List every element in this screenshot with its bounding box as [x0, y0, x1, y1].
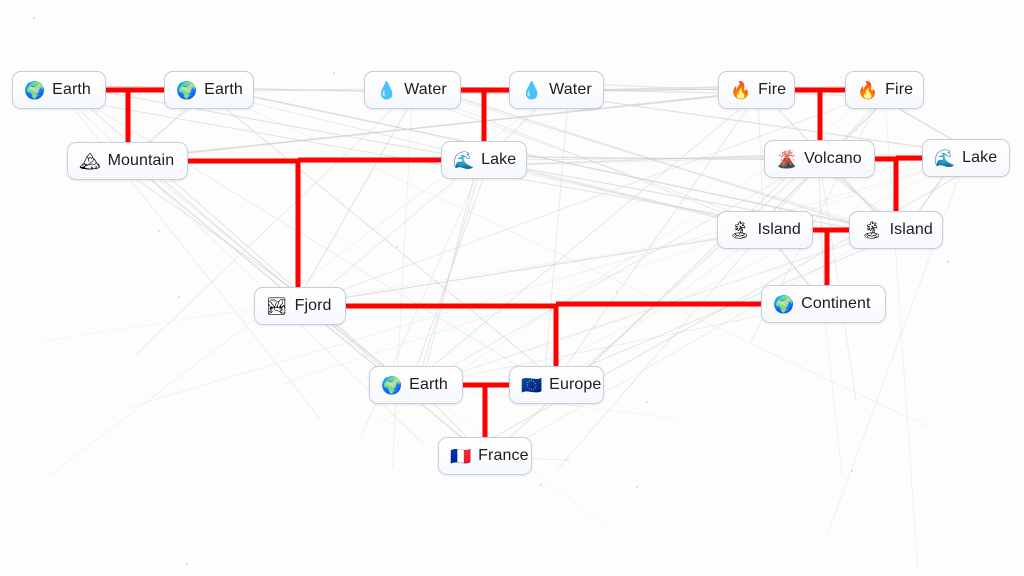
- node-continent[interactable]: 🌍 Continent: [761, 285, 886, 323]
- node-label: Earth: [409, 376, 448, 393]
- globe-icon: 🌍: [24, 80, 46, 100]
- wave-icon: 🌊: [934, 148, 956, 168]
- island-icon: 🏝: [861, 220, 883, 240]
- droplet-icon: 💧: [376, 80, 398, 100]
- node-earth3[interactable]: 🌍 Earth: [369, 366, 463, 404]
- fr-flag-icon: 🇫🇷: [450, 446, 472, 466]
- crafting-graph-canvas[interactable]: 🌍 Earth 🌍 Earth 💧 Water 💧 Water 🔥 Fire 🔥 Fire 🏔 Mount…: [0, 0, 1024, 576]
- nodes-layer: 🌍 Earth 🌍 Earth 💧 Water 💧 Water 🔥 Fire 🔥 Fire 🏔 Mount…: [0, 0, 1024, 576]
- node-earth2[interactable]: 🌍 Earth: [164, 71, 254, 109]
- node-earth1[interactable]: 🌍 Earth: [12, 71, 106, 109]
- eu-flag-icon: 🇪🇺: [521, 375, 543, 395]
- volcano-icon: 🌋: [776, 149, 798, 169]
- node-label: Fjord: [294, 297, 332, 314]
- node-fire1[interactable]: 🔥 Fire: [718, 71, 795, 109]
- wave-icon: 🌊: [453, 150, 475, 170]
- mountain-icon: 🏔: [79, 151, 101, 171]
- node-label: Water: [549, 81, 592, 98]
- fire-icon: 🔥: [730, 80, 752, 100]
- island-icon: 🏝: [729, 220, 751, 240]
- node-label: Europe: [549, 376, 602, 393]
- globe-icon: 🌍: [381, 375, 403, 395]
- node-label: Island: [889, 221, 933, 238]
- node-label: Lake: [962, 149, 998, 166]
- node-fjord[interactable]: 🏞 Fjord: [254, 287, 346, 325]
- globe-icon: 🌍: [773, 294, 795, 314]
- fjord-icon: 🏞: [266, 296, 288, 316]
- node-label: Earth: [52, 81, 91, 98]
- node-label: Island: [757, 221, 801, 238]
- node-label: Fire: [885, 81, 914, 98]
- node-lake2[interactable]: 🌊 Lake: [922, 139, 1010, 177]
- node-label: Continent: [801, 295, 871, 312]
- node-water2[interactable]: 💧 Water: [509, 71, 604, 109]
- node-fire2[interactable]: 🔥 Fire: [845, 71, 924, 109]
- node-label: Water: [404, 81, 447, 98]
- node-label: Mountain: [107, 152, 175, 169]
- fire-icon: 🔥: [857, 80, 879, 100]
- node-label: Fire: [758, 81, 787, 98]
- globe-icon: 🌍: [176, 80, 198, 100]
- node-lake1[interactable]: 🌊 Lake: [441, 141, 527, 179]
- node-island2[interactable]: 🏝 Island: [849, 211, 943, 249]
- node-volcano[interactable]: 🌋 Volcano: [764, 140, 875, 178]
- droplet-icon: 💧: [521, 80, 543, 100]
- node-water1[interactable]: 💧 Water: [364, 71, 461, 109]
- node-mountain[interactable]: 🏔 Mountain: [67, 142, 188, 180]
- node-label: Earth: [204, 81, 243, 98]
- node-europe[interactable]: 🇪🇺 Europe: [509, 366, 604, 404]
- node-island1[interactable]: 🏝 Island: [717, 211, 813, 249]
- node-label: Volcano: [804, 150, 862, 167]
- node-label: Lake: [481, 151, 517, 168]
- node-france[interactable]: 🇫🇷 France: [438, 437, 532, 475]
- node-label: France: [478, 447, 529, 464]
